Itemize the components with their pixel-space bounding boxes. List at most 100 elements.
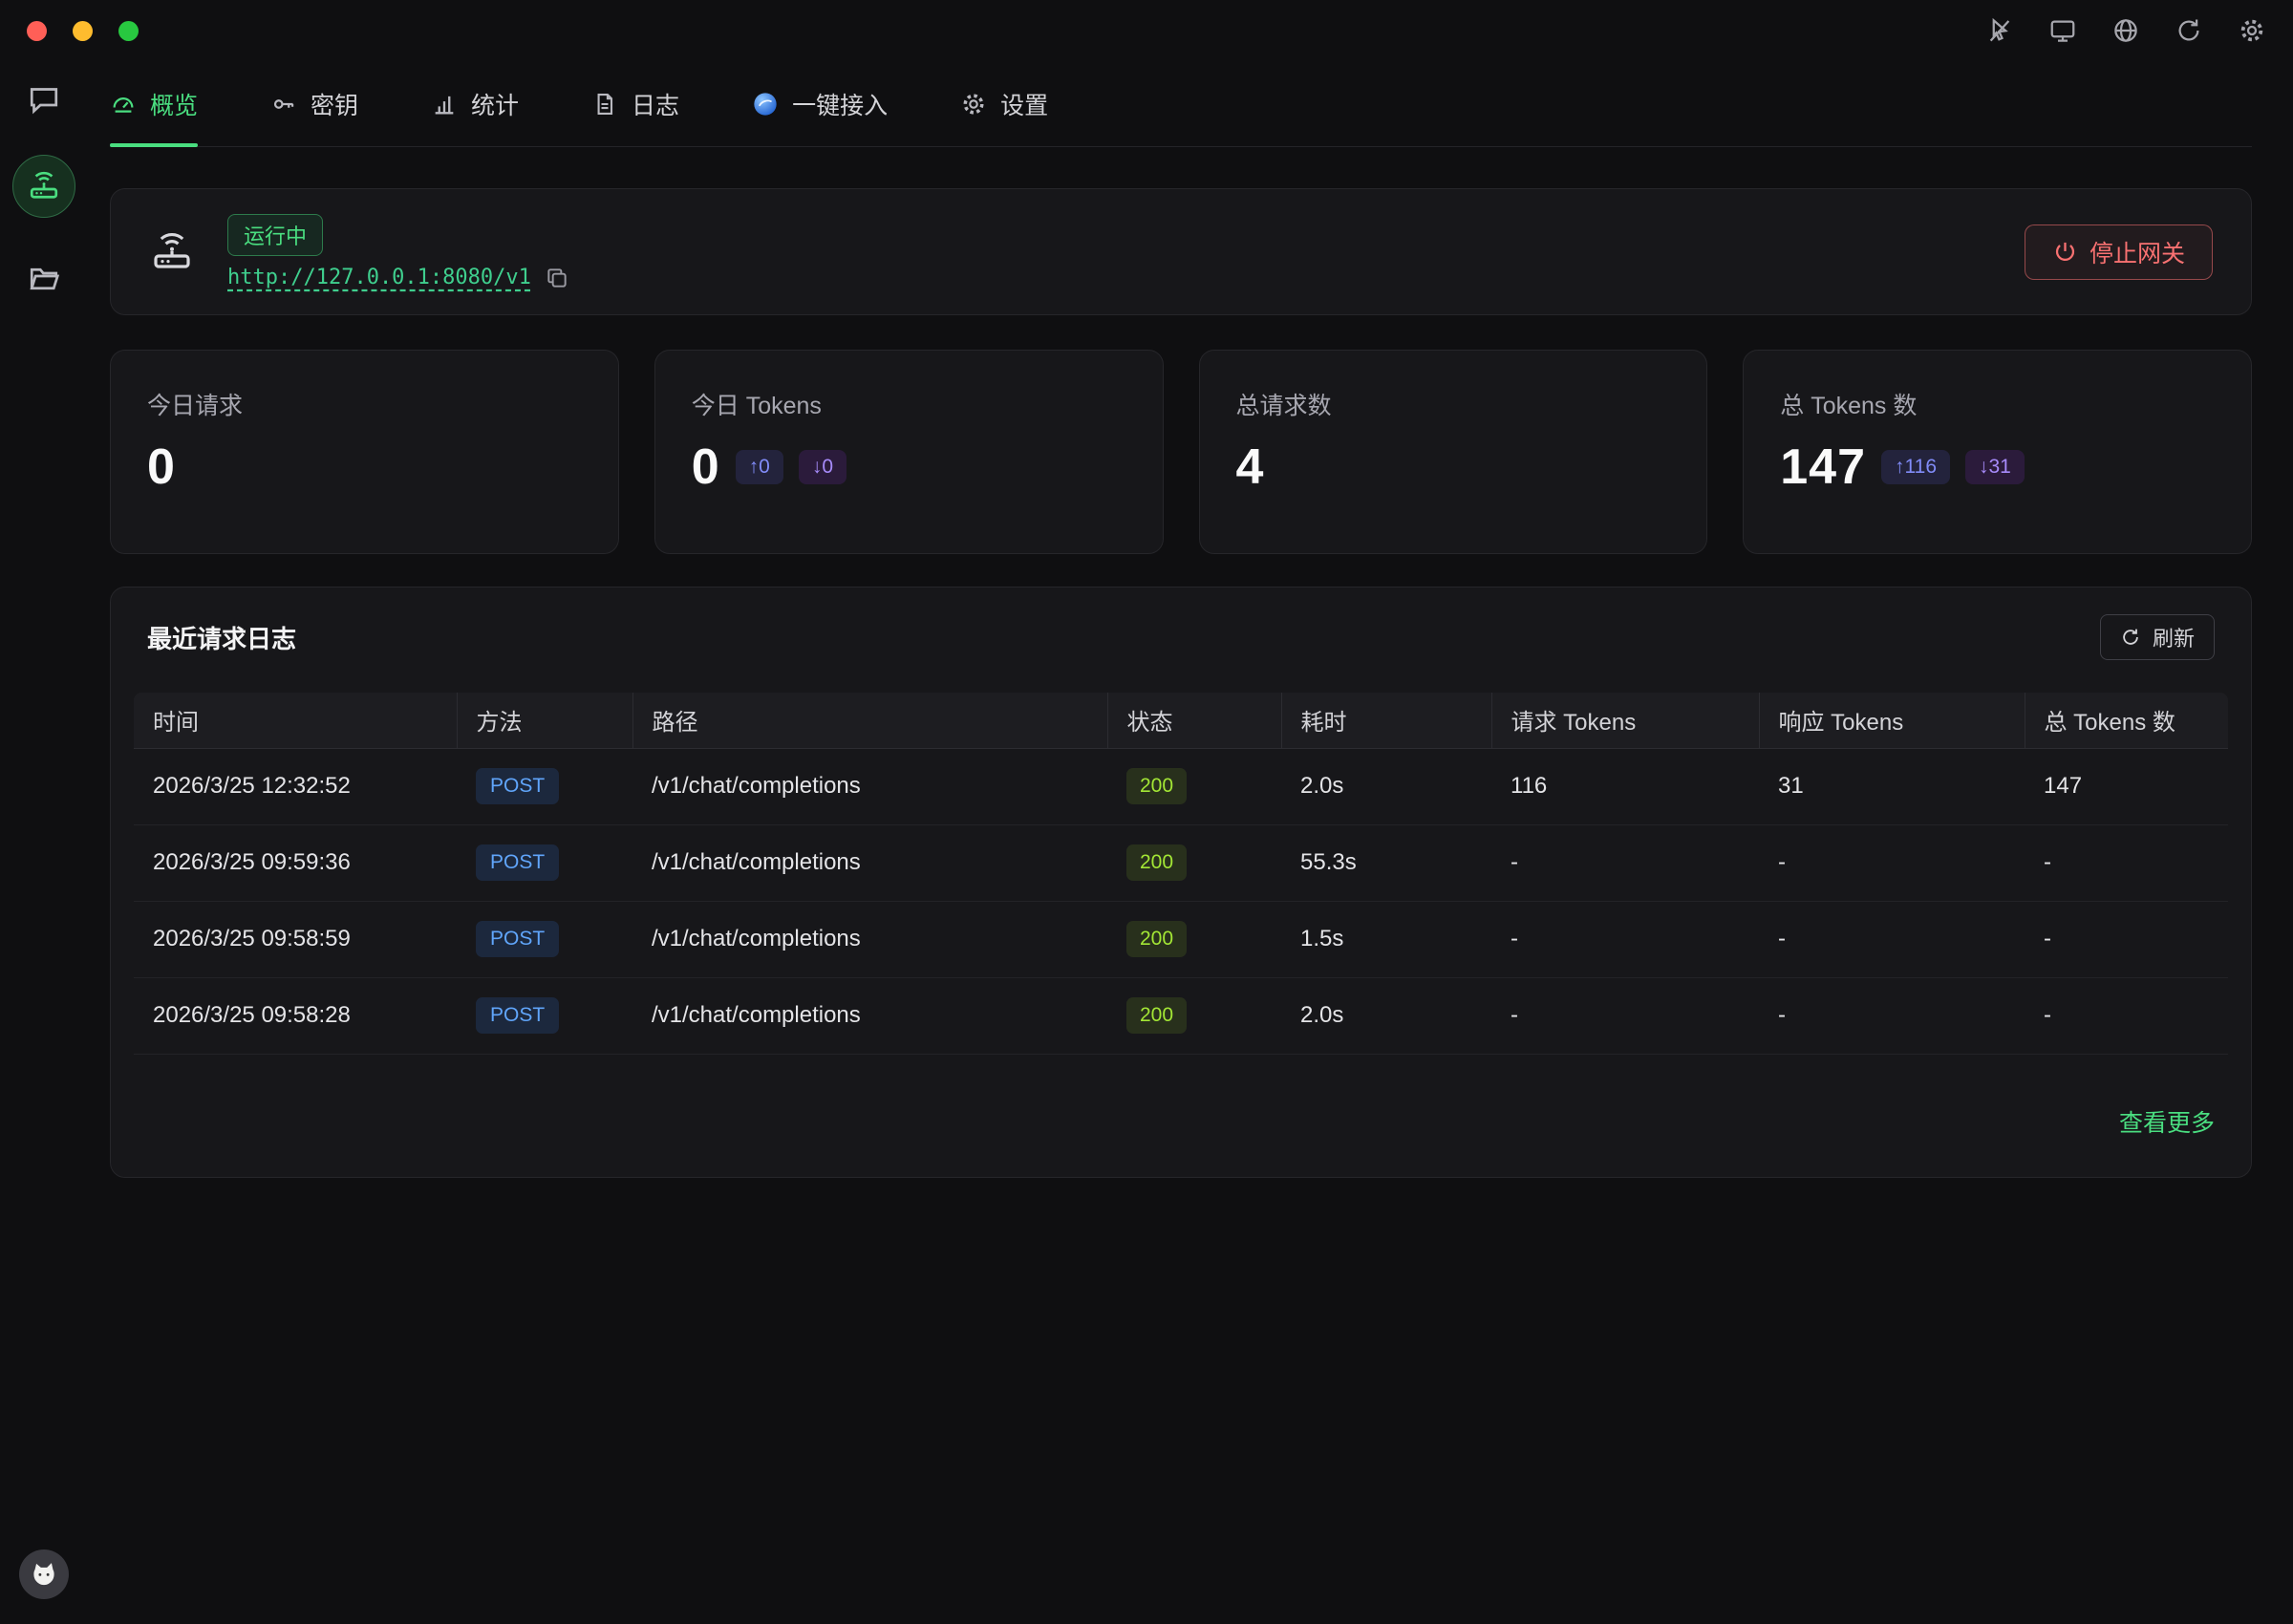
tab-stats[interactable]: 统计 [431,61,519,146]
sidebar-item-gateway[interactable] [12,155,75,218]
logs-table: 时间 方法 路径 状态 耗时 请求 Tokens 响应 Tokens 总 Tok… [134,693,2228,1055]
status-badge: 200 [1126,921,1187,957]
bar-chart-icon [431,91,458,118]
logs-title: 最近请求日志 [147,620,296,655]
cell-req-tokens: - [1491,901,1759,977]
stat-label: 今日请求 [147,387,582,421]
power-icon [2052,239,2078,265]
stop-gateway-button[interactable]: 停止网关 [2025,224,2213,280]
status-badge: 200 [1126,844,1187,881]
logs-table-header: 时间 方法 路径 状态 耗时 请求 Tokens 响应 Tokens 总 Tok… [134,693,2228,748]
refresh-label: 刷新 [2153,622,2195,652]
sidebar [0,61,88,1624]
key-icon [270,91,297,118]
stat-value: 0 [692,438,720,496]
status-badge: 200 [1126,997,1187,1034]
stat-label: 今日 Tokens [692,387,1126,421]
copy-icon[interactable] [545,266,569,290]
view-more-link[interactable]: 查看更多 [2119,1104,2215,1139]
tab-label: 日志 [632,87,679,121]
col-res-tokens: 响应 Tokens [1759,693,2025,748]
status-badge: 200 [1126,768,1187,804]
stat-label: 总请求数 [1236,387,1671,421]
col-path: 路径 [632,693,1107,748]
tab-settings[interactable]: 设置 [960,61,1048,146]
cell-time: 2026/3/25 12:32:52 [134,748,457,824]
cell-req-tokens: - [1491,977,1759,1054]
tokens-up-badge: ↑0 [736,450,783,484]
gateway-url-link[interactable]: http://127.0.0.1:8080/v1 [227,266,531,289]
method-badge: POST [476,844,559,881]
cell-time: 2026/3/25 09:58:28 [134,977,457,1054]
traffic-lights [27,21,139,41]
tab-bar: 概览 密钥 统计 [110,61,2252,147]
log-row: 2026/3/25 12:32:52 POST /v1/chat/complet… [134,748,2228,824]
method-badge: POST [476,768,559,804]
method-badge: POST [476,997,559,1034]
stats-row: 今日请求 0 今日 Tokens 0 ↑0 ↓0 总请求数 4 [110,350,2252,554]
titlebar [0,0,2293,61]
tab-quick-connect[interactable]: 一键接入 [752,61,888,146]
cell-duration: 2.0s [1281,748,1491,824]
cell-res-tokens: 31 [1759,748,2025,824]
cell-duration: 55.3s [1281,824,1491,901]
cell-total-tokens: - [2025,901,2228,977]
col-status: 状态 [1107,693,1281,748]
gear-icon[interactable] [2238,16,2266,45]
gear-icon [960,91,987,118]
zoom-window-button[interactable] [118,21,139,41]
log-row: 2026/3/25 09:58:59 POST /v1/chat/complet… [134,901,2228,977]
stat-card-today-requests: 今日请求 0 [110,350,619,554]
tokens-down-badge: ↓0 [799,450,846,484]
chat-icon[interactable] [27,82,61,117]
close-window-button[interactable] [27,21,47,41]
gauge-icon [110,91,137,118]
cell-req-tokens: 116 [1491,748,1759,824]
router-icon [149,229,195,275]
cell-time: 2026/3/25 09:59:36 [134,824,457,901]
log-icon [591,91,618,118]
col-method: 方法 [457,693,632,748]
blue-globe-icon [752,91,779,118]
col-duration: 耗时 [1281,693,1491,748]
cell-duration: 2.0s [1281,977,1491,1054]
log-row: 2026/3/25 09:58:28 POST /v1/chat/complet… [134,977,2228,1054]
stat-label: 总 Tokens 数 [1780,387,2215,421]
monitor-icon[interactable] [2048,16,2077,45]
col-time: 时间 [134,693,457,748]
refresh-icon[interactable] [2175,16,2203,45]
tab-label: 统计 [471,87,519,121]
user-avatar[interactable] [19,1549,69,1599]
tokens-up-badge: ↑116 [1881,450,1950,484]
refresh-logs-button[interactable]: 刷新 [2100,614,2215,660]
stat-value: 0 [147,438,176,496]
recent-logs-card: 最近请求日志 刷新 [110,587,2252,1178]
tab-keys[interactable]: 密钥 [270,61,358,146]
minimize-window-button[interactable] [73,21,93,41]
col-req-tokens: 请求 Tokens [1491,693,1759,748]
cell-total-tokens: 147 [2025,748,2228,824]
gateway-status-card: 运行中 http://127.0.0.1:8080/v1 [110,188,2252,315]
tab-label: 概览 [150,87,198,121]
cell-duration: 1.5s [1281,901,1491,977]
folder-icon[interactable] [27,262,61,296]
cell-path: /v1/chat/completions [632,901,1107,977]
router-icon [27,169,61,203]
tab-logs[interactable]: 日志 [591,61,679,146]
gateway-status-badge: 运行中 [227,214,323,256]
pointer-disabled-icon[interactable] [1985,16,2014,45]
refresh-icon [2120,627,2141,648]
stat-value: 147 [1780,438,1866,496]
cell-path: /v1/chat/completions [632,748,1107,824]
cell-total-tokens: - [2025,824,2228,901]
stat-card-total-tokens: 总 Tokens 数 147 ↑116 ↓31 [1743,350,2252,554]
cell-path: /v1/chat/completions [632,824,1107,901]
stat-card-total-requests: 总请求数 4 [1199,350,1708,554]
globe-icon[interactable] [2111,16,2140,45]
main-content: 概览 密钥 统计 [88,61,2293,1624]
cell-time: 2026/3/25 09:58:59 [134,901,457,977]
log-row: 2026/3/25 09:59:36 POST /v1/chat/complet… [134,824,2228,901]
tab-label: 密钥 [311,87,358,121]
cell-total-tokens: - [2025,977,2228,1054]
tab-overview[interactable]: 概览 [110,61,198,146]
